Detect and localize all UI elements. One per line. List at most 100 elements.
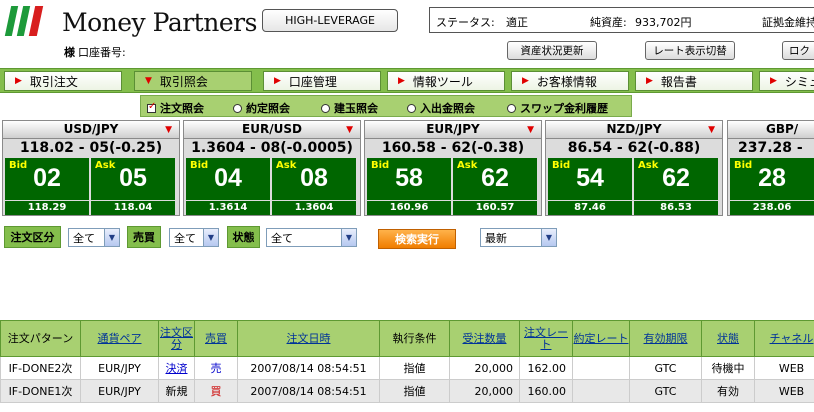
sub-nav-deposit-inquiry[interactable]: 入出金照会	[407, 100, 475, 116]
net-assets-label: 純資産:	[590, 16, 627, 29]
sub-nav-swap-history[interactable]: スワップ金利履歴	[507, 100, 608, 116]
ask-button[interactable]: Ask 05	[91, 158, 175, 200]
sort-select[interactable]: 最新 ▼	[480, 228, 557, 247]
bid-high: 160.96	[367, 201, 451, 215]
col-quantity[interactable]: 受注数量	[449, 320, 520, 357]
logout-button[interactable]: ロク	[782, 41, 814, 60]
pair-selector[interactable]: NZD/JPY ▼	[546, 121, 722, 139]
sub-nav-position-inquiry[interactable]: 建玉照会	[321, 100, 378, 116]
bid-button[interactable]: Bid 02	[5, 158, 89, 200]
rate-panel-gbp: GBP/ 237.28 - Bid 28 238.06	[727, 120, 814, 216]
search-execute-button[interactable]: 検索実行	[378, 229, 456, 249]
nav-tab-account-management[interactable]: ▶ 口座管理	[263, 71, 381, 91]
side-label: 売買	[127, 226, 161, 248]
cell-channel: WEB	[754, 356, 814, 380]
main-nav: ▶ 取引注文 ▼ 取引照会 ▶ 口座管理 ▶ 情報ツール ▶ お客様情報 ▶ 報告書 ▶ シミ…	[0, 68, 814, 93]
pair-selector[interactable]: USD/JPY ▼	[3, 121, 179, 139]
quote-text: 160.58 - 62(-0.38)	[381, 140, 525, 156]
chevron-down-icon: ▼	[708, 125, 715, 135]
state-select[interactable]: 全て ▼	[266, 228, 357, 247]
checkbox-checked-icon	[147, 101, 156, 113]
brand-logo	[4, 6, 56, 42]
cell-currency-pair: EUR/JPY	[80, 379, 159, 403]
bid-button[interactable]: Bid 28	[730, 158, 814, 200]
nav-tab-trade-order[interactable]: ▶ 取引注文	[4, 71, 122, 91]
bid-high: 1.3614	[186, 201, 270, 215]
quote-text: 118.02 - 05(-0.25)	[19, 140, 163, 156]
col-order-rate[interactable]: 注文レート	[519, 320, 573, 357]
triangle-right-icon: ▶	[770, 76, 777, 86]
ask-button[interactable]: Ask 62	[634, 158, 718, 200]
rate-panel-nzdjpy: NZD/JPY ▼ 86.54 - 62(-0.88) Bid 54 Ask 62 8…	[545, 120, 723, 216]
nav-tab-reports[interactable]: ▶ 報告書	[635, 71, 753, 91]
quote-text: 1.3604 - 08(-0.0005)	[191, 140, 353, 156]
radio-icon	[321, 103, 330, 113]
bid-button[interactable]: Bid 04	[186, 158, 270, 200]
margin-label: 証拠金維持	[762, 16, 814, 29]
col-state[interactable]: 状態	[701, 320, 755, 357]
nav-tab-info-tools[interactable]: ▶ 情報ツール	[387, 71, 505, 91]
rate-display-toggle-button[interactable]: レート表示切替	[645, 41, 735, 60]
account-status-box: ステータス: 適正 純資産: 933,702円 証拠金維持	[429, 7, 814, 33]
col-currency-pair[interactable]: 通貨ペア	[80, 320, 159, 357]
cell-execution-condition: 指値	[379, 356, 450, 380]
ask-low: 160.57	[453, 201, 537, 215]
pair-selector[interactable]: GBP/	[728, 121, 814, 139]
bid-button[interactable]: Bid 54	[548, 158, 632, 200]
cell-expiry: GTC	[629, 356, 702, 380]
col-side[interactable]: 売買	[194, 320, 238, 357]
rate-panel-usdjpy: USD/JPY ▼ 118.02 - 05(-0.25) Bid 02 Ask 05 …	[2, 120, 180, 216]
col-expiry[interactable]: 有効期限	[629, 320, 702, 357]
ask-button[interactable]: Ask 62	[453, 158, 537, 200]
ask-low: 1.3604	[272, 201, 356, 215]
col-channel[interactable]: チャネル	[754, 320, 814, 357]
chevron-down-icon: ▼	[203, 229, 218, 246]
nav-tab-trade-inquiry[interactable]: ▼ 取引照会	[134, 71, 252, 91]
status-label: ステータス:	[436, 16, 495, 29]
sub-nav: 注文照会 約定照会 建玉照会 入出金照会 スワップ金利履歴	[140, 95, 632, 117]
pair-selector[interactable]: EUR/USD ▼	[184, 121, 360, 139]
chevron-down-icon: ▼	[346, 125, 353, 135]
sub-nav-execution-inquiry[interactable]: 約定照会	[233, 100, 290, 116]
order-type-select[interactable]: 全て ▼	[68, 228, 120, 247]
col-order-type[interactable]: 注文区分	[158, 320, 195, 357]
bid-high: 238.06	[730, 201, 814, 215]
orders-table: 注文パターン 通貨ペア 注文区分 売買 注文日時 執行条件 受注数量 注文レート…	[0, 320, 814, 403]
cell-side: 売	[194, 356, 238, 380]
cell-order-type-link[interactable]: 決済	[158, 356, 195, 380]
radio-icon	[407, 103, 416, 113]
quote-text: 86.54 - 62(-0.88)	[567, 140, 701, 156]
high-leverage-button[interactable]: HIGH-LEVERAGE	[262, 9, 398, 32]
rate-board: USD/JPY ▼ 118.02 - 05(-0.25) Bid 02 Ask 05 …	[0, 120, 814, 216]
side-select[interactable]: 全て ▼	[169, 228, 219, 247]
nav-tab-simulation[interactable]: ▶シミュ	[759, 71, 814, 91]
cell-state: 待機中	[701, 356, 755, 380]
cell-execution-rate	[572, 356, 630, 380]
pair-selector[interactable]: EUR/JPY ▼	[365, 121, 541, 139]
cell-order-datetime: 2007/08/14 08:54:51	[237, 379, 380, 403]
status-value: 適正	[506, 16, 528, 29]
refresh-assets-button[interactable]: 資産状況更新	[507, 41, 597, 60]
state-label: 状態	[227, 226, 260, 248]
col-execution-rate[interactable]: 約定レート	[572, 320, 630, 357]
cell-state: 有効	[701, 379, 755, 403]
bid-button[interactable]: Bid 58	[367, 158, 451, 200]
chevron-down-icon: ▼	[541, 229, 556, 246]
cell-order-pattern: IF-DONE2次	[0, 356, 81, 380]
bid-high: 87.46	[548, 201, 632, 215]
cell-order-rate: 162.00	[519, 356, 573, 380]
chevron-down-icon: ▼	[165, 125, 172, 135]
rate-panel-eurusd: EUR/USD ▼ 1.3604 - 08(-0.0005) Bid 04 Ask 0…	[183, 120, 361, 216]
rate-panel-eurjpy: EUR/JPY ▼ 160.58 - 62(-0.38) Bid 58 Ask 62 …	[364, 120, 542, 216]
triangle-right-icon: ▶	[522, 76, 529, 86]
sub-nav-order-inquiry[interactable]: 注文照会	[147, 100, 204, 116]
cell-order-pattern: IF-DONE1次	[0, 379, 81, 403]
chevron-down-icon: ▼	[527, 125, 534, 135]
cell-execution-rate	[572, 379, 630, 403]
nav-tab-customer-info[interactable]: ▶ お客様情報	[511, 71, 629, 91]
account-honorific: 様	[64, 46, 75, 59]
cell-currency-pair: EUR/JPY	[80, 356, 159, 380]
ask-button[interactable]: Ask 08	[272, 158, 356, 200]
col-order-datetime[interactable]: 注文日時	[237, 320, 380, 357]
ask-low: 86.53	[634, 201, 718, 215]
